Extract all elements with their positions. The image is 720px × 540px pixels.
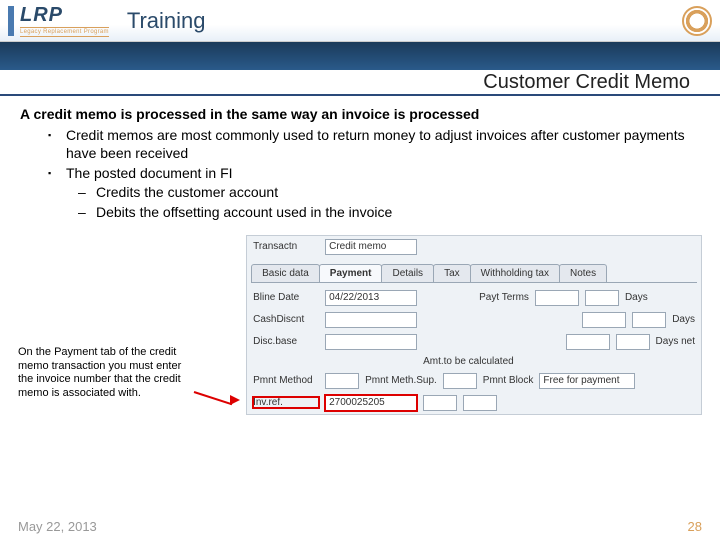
banner xyxy=(0,42,720,70)
trans-field[interactable]: Credit memo xyxy=(325,239,417,255)
days-field-2a[interactable] xyxy=(582,312,626,328)
logo-subtitle: Legacy Replacement Program xyxy=(20,27,109,37)
amt-label: Amt.to be calculated xyxy=(423,356,514,367)
invref-extra-2[interactable] xyxy=(463,395,497,411)
footer-page: 28 xyxy=(688,519,702,534)
invref-field[interactable]: 2700025205 xyxy=(325,395,417,411)
header-title: Training xyxy=(127,8,206,34)
dash-2: Debits the offsetting account used in th… xyxy=(96,203,700,221)
content: A credit memo is processed in the same w… xyxy=(0,96,720,221)
tab-tax[interactable]: Tax xyxy=(433,264,471,282)
caption-text: On the Payment tab of the credit memo tr… xyxy=(18,346,186,401)
footer: May 22, 2013 28 xyxy=(18,519,702,534)
cashd-label: CashDiscnt xyxy=(253,314,319,325)
daysnet-field-a[interactable] xyxy=(566,334,610,350)
subbanner: Customer Credit Memo xyxy=(0,70,720,96)
slide-header: LRP Legacy Replacement Program Training xyxy=(0,0,720,42)
bullet-2-text: The posted document in FI xyxy=(66,165,233,181)
tab-notes[interactable]: Notes xyxy=(559,264,607,282)
daysnet-field-b[interactable] xyxy=(616,334,650,350)
tab-basic[interactable]: Basic data xyxy=(251,264,320,282)
discbase-field[interactable] xyxy=(325,334,417,350)
arrow-icon xyxy=(194,315,238,415)
seal-icon xyxy=(682,6,712,36)
days-label-2: Days xyxy=(672,314,695,325)
logo-bar-icon xyxy=(8,6,14,36)
footer-date: May 22, 2013 xyxy=(18,519,97,534)
tabs: Basic data Payment Details Tax Withholdi… xyxy=(251,264,697,283)
days-field-2b[interactable] xyxy=(632,312,666,328)
sap-screenshot: Transactn Credit memo Basic data Payment… xyxy=(246,235,702,415)
dash-1: Credits the customer account xyxy=(96,183,700,201)
tab-details[interactable]: Details xyxy=(381,264,434,282)
bullet-1: Credit memos are most commonly used to r… xyxy=(66,126,700,162)
bline-field[interactable]: 04/22/2013 xyxy=(325,290,417,306)
bullet-2: The posted document in FI Credits the cu… xyxy=(66,164,700,221)
days-label-1: Days xyxy=(625,292,648,303)
trans-label: Transactn xyxy=(253,241,319,252)
invref-extra-1[interactable] xyxy=(423,395,457,411)
invref-label: Inv.ref. xyxy=(253,397,319,408)
logo-main: LRP xyxy=(20,4,109,27)
pmnt-field[interactable] xyxy=(325,373,359,389)
lead-text: A credit memo is processed in the same w… xyxy=(20,106,700,122)
tab-payment[interactable]: Payment xyxy=(319,264,383,282)
payt-field[interactable] xyxy=(535,290,579,306)
pmsup-label: Pmnt Meth.Sup. xyxy=(365,375,437,386)
tab-withholding[interactable]: Withholding tax xyxy=(470,264,560,282)
cashd-field[interactable] xyxy=(325,312,417,328)
pblock-field[interactable]: Free for payment xyxy=(539,373,635,389)
pmsup-field[interactable] xyxy=(443,373,477,389)
pmnt-label: Pmnt Method xyxy=(253,375,319,386)
bline-label: Bline Date xyxy=(253,292,319,303)
logo: LRP Legacy Replacement Program xyxy=(8,4,109,37)
page-title: Customer Credit Memo xyxy=(483,71,690,94)
discbase-label: Disc.base xyxy=(253,336,319,347)
days-field-1[interactable] xyxy=(585,290,619,306)
daysnet-label: Days net xyxy=(656,336,695,347)
pblock-label: Pmnt Block xyxy=(483,375,534,386)
payt-label: Payt Terms xyxy=(479,292,529,303)
